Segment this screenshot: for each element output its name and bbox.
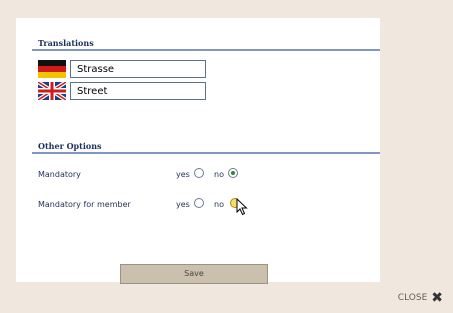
close-button[interactable]: CLOSE ✖ [398, 291, 443, 305]
germany-flag-icon [38, 60, 66, 78]
german-translation-input[interactable] [70, 60, 206, 78]
other-options-divider [32, 152, 380, 154]
mouse-pointer-icon [236, 198, 248, 216]
mandatory-for-member-no-label: no [214, 200, 224, 209]
mandatory-yes-radio[interactable] [194, 168, 204, 178]
english-translation-input[interactable] [70, 82, 206, 100]
mandatory-no-radio[interactable] [228, 168, 238, 178]
mandatory-yes-label: yes [176, 170, 190, 179]
mandatory-for-member-label: Mandatory for member [38, 200, 131, 209]
translations-divider [32, 49, 380, 51]
uk-flag-icon [38, 82, 66, 100]
other-options-title: Other Options [38, 141, 102, 151]
translations-title: Translations [38, 38, 94, 48]
options-panel: Translations Other Options Mandatory yes… [16, 18, 380, 284]
mandatory-for-member-yes-label: yes [176, 200, 190, 209]
mandatory-for-member-yes-radio[interactable] [194, 198, 204, 208]
mandatory-no-label: no [214, 170, 224, 179]
close-icon: ✖ [431, 290, 443, 306]
close-label: CLOSE [397, 293, 428, 303]
mandatory-label: Mandatory [38, 170, 81, 179]
save-button[interactable]: Save [120, 264, 268, 284]
